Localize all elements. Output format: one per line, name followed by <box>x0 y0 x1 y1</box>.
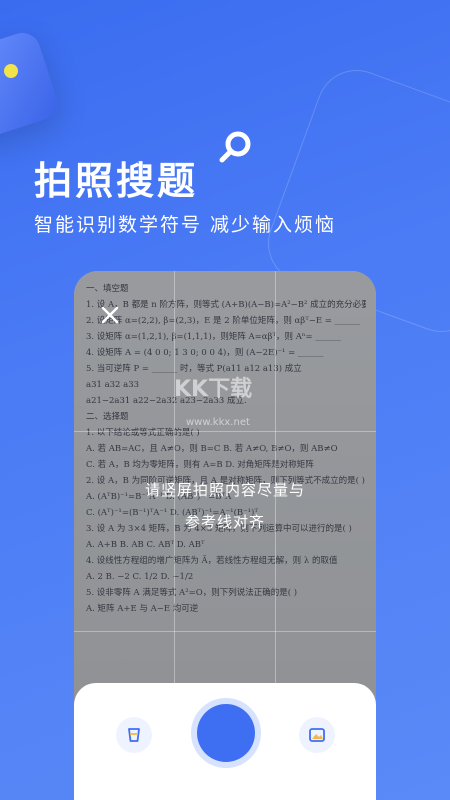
page-title: 拍照搜题 <box>34 159 199 203</box>
watermark-url: www.kkx.net <box>186 417 250 428</box>
decorative-block <box>0 28 62 142</box>
cup-button[interactable] <box>116 717 152 753</box>
close-icon[interactable] <box>100 305 120 325</box>
search-icon <box>219 131 251 163</box>
decorative-dot <box>4 64 18 78</box>
guide-line-horizontal <box>74 631 376 632</box>
gallery-button[interactable] <box>299 717 335 753</box>
page-subtitle: 智能识别数学符号 减少输入烦恼 <box>34 214 337 236</box>
capture-controls <box>74 683 376 800</box>
hint-line-1: 请竖屏拍照内容尽量与 <box>144 481 305 499</box>
cup-icon <box>128 728 140 742</box>
watermark: KK下载 <box>174 377 253 402</box>
image-icon <box>309 728 325 742</box>
hint-line-2: 参考线对齐 <box>184 513 265 531</box>
shutter-core <box>197 704 255 762</box>
guide-line-horizontal <box>74 431 376 432</box>
shutter-button[interactable] <box>191 698 261 768</box>
